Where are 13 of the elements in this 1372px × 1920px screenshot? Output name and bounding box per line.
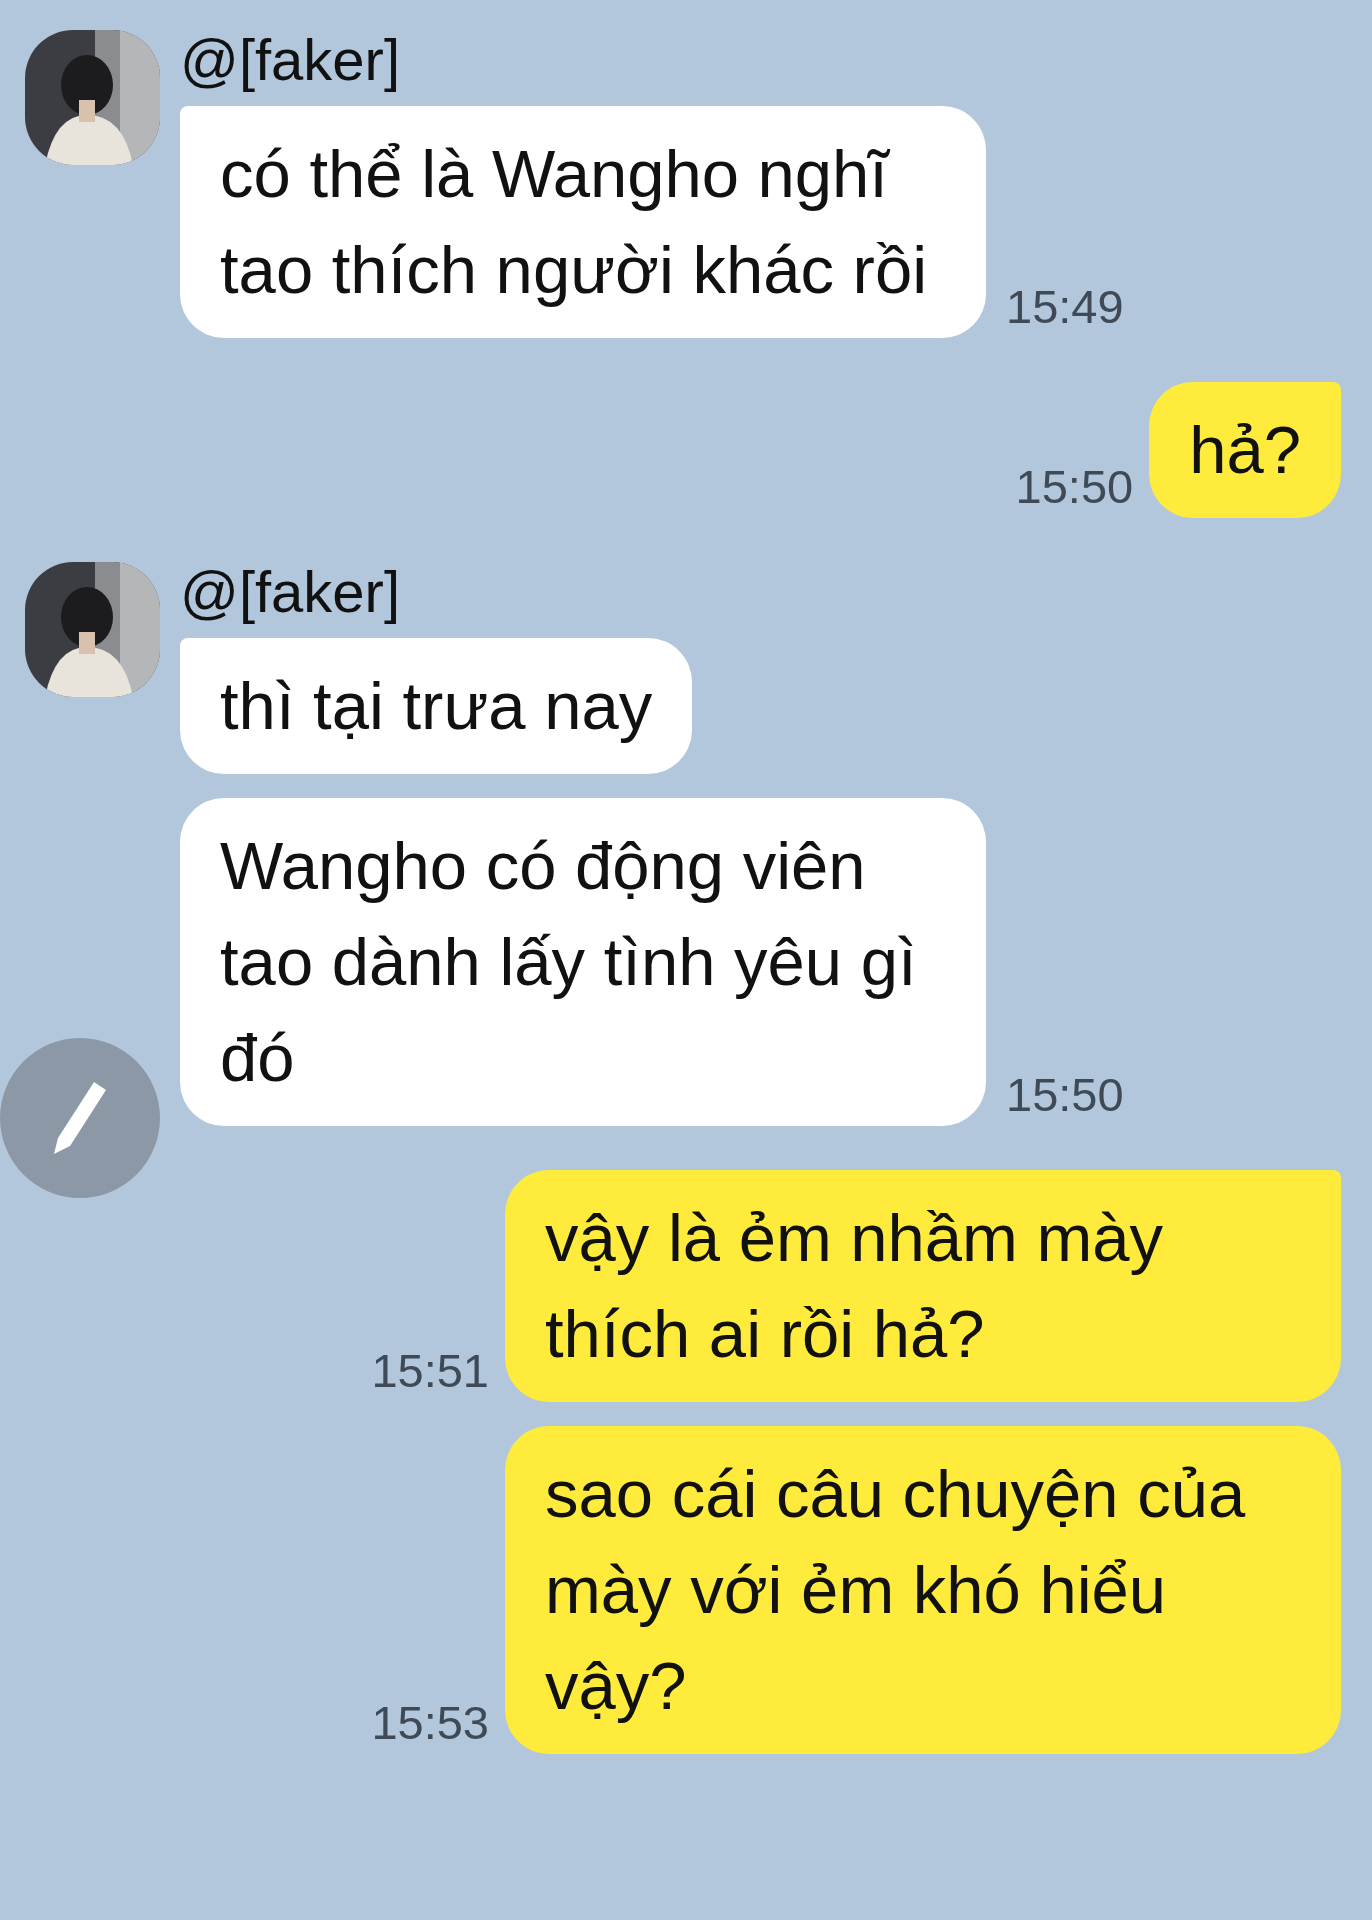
sender-name: @[faker]: [180, 562, 402, 622]
message-time: 15:50: [1015, 463, 1134, 515]
message-bubble: Wangho có động viên tao dành lấy tình yêu gì đó: [180, 798, 986, 1126]
message-bubble: vậy là ẻm nhầm mày thích ai rồi hả?: [505, 1170, 1341, 1402]
message-bubble: có thể là Wangho nghĩ tao thích người khác rồi: [180, 106, 986, 338]
message-time: 15:51: [371, 1347, 489, 1399]
message-bubble: hả?: [1149, 382, 1341, 518]
message-bubble: thì tại trưa nay: [180, 638, 693, 774]
message-time: 15:50: [1006, 1071, 1124, 1123]
message-bubble: sao cái câu chuyện của mày với ẻm khó hiểu vậy?: [505, 1426, 1341, 1754]
message-time: 15:53: [371, 1699, 489, 1751]
message-time: 15:49: [1006, 283, 1124, 335]
sender-name: @[faker]: [180, 30, 402, 90]
